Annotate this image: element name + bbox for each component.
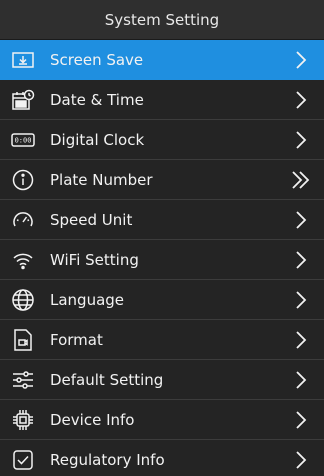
menu-item-label: Screen Save: [50, 50, 144, 69]
menu-item-label: Device Info: [50, 410, 135, 429]
menu-item-label: Date & Time: [50, 90, 144, 109]
chevron-right-icon: [288, 47, 314, 73]
menu-item-speed-unit[interactable]: Speed Unit: [0, 200, 324, 240]
menu-item-label: Digital Clock: [50, 130, 145, 149]
menu-item-format[interactable]: Format: [0, 320, 324, 360]
menu-item-label: Format: [50, 330, 103, 349]
svg-text:0:00: 0:00: [15, 136, 32, 144]
chip-icon: [10, 407, 36, 433]
double-chevron-right-icon: [288, 167, 314, 193]
menu-item-language[interactable]: Language: [0, 280, 324, 320]
menu-item-date-time[interactable]: Date & Time: [0, 80, 324, 120]
chevron-right-icon: [288, 247, 314, 273]
menu-item-default-setting[interactable]: Default Setting: [0, 360, 324, 400]
system-setting-screen: System Setting Screen Save Date & Time 0…: [0, 0, 324, 476]
info-circle-icon: [10, 167, 36, 193]
menu-item-device-info[interactable]: Device Info: [0, 400, 324, 440]
chevron-right-icon: [288, 87, 314, 113]
globe-icon: [10, 287, 36, 313]
menu-item-label: Plate Number: [50, 170, 153, 189]
chevron-right-icon: [288, 207, 314, 233]
chevron-right-icon: [288, 407, 314, 433]
chevron-right-icon: [288, 327, 314, 353]
settings-menu: Screen Save Date & Time 0:00 Digital Clo…: [0, 40, 324, 476]
menu-item-label: Regulatory Info: [50, 450, 165, 469]
menu-item-label: WiFi Setting: [50, 250, 139, 269]
menu-item-label: Language: [50, 290, 125, 309]
sd-card-icon: [10, 327, 36, 353]
menu-item-label: Default Setting: [50, 370, 164, 389]
menu-item-plate-number[interactable]: Plate Number: [0, 160, 324, 200]
menu-item-label: Speed Unit: [50, 210, 133, 229]
calendar-clock-icon: [10, 87, 36, 113]
menu-item-digital-clock[interactable]: 0:00 Digital Clock: [0, 120, 324, 160]
menu-item-screen-save[interactable]: Screen Save: [0, 40, 324, 80]
checkbox-icon: [10, 447, 36, 473]
menu-item-wifi-setting[interactable]: WiFi Setting: [0, 240, 324, 280]
chevron-right-icon: [288, 127, 314, 153]
speedometer-icon: [10, 207, 36, 233]
chevron-right-icon: [288, 447, 314, 473]
chevron-right-icon: [288, 367, 314, 393]
menu-item-regulatory-info[interactable]: Regulatory Info: [0, 440, 324, 476]
digital-clock-icon: 0:00: [10, 127, 36, 153]
screen-save-icon: [10, 47, 36, 73]
page-title: System Setting: [0, 0, 324, 40]
wifi-icon: [10, 247, 36, 273]
sliders-icon: [10, 367, 36, 393]
chevron-right-icon: [288, 287, 314, 313]
